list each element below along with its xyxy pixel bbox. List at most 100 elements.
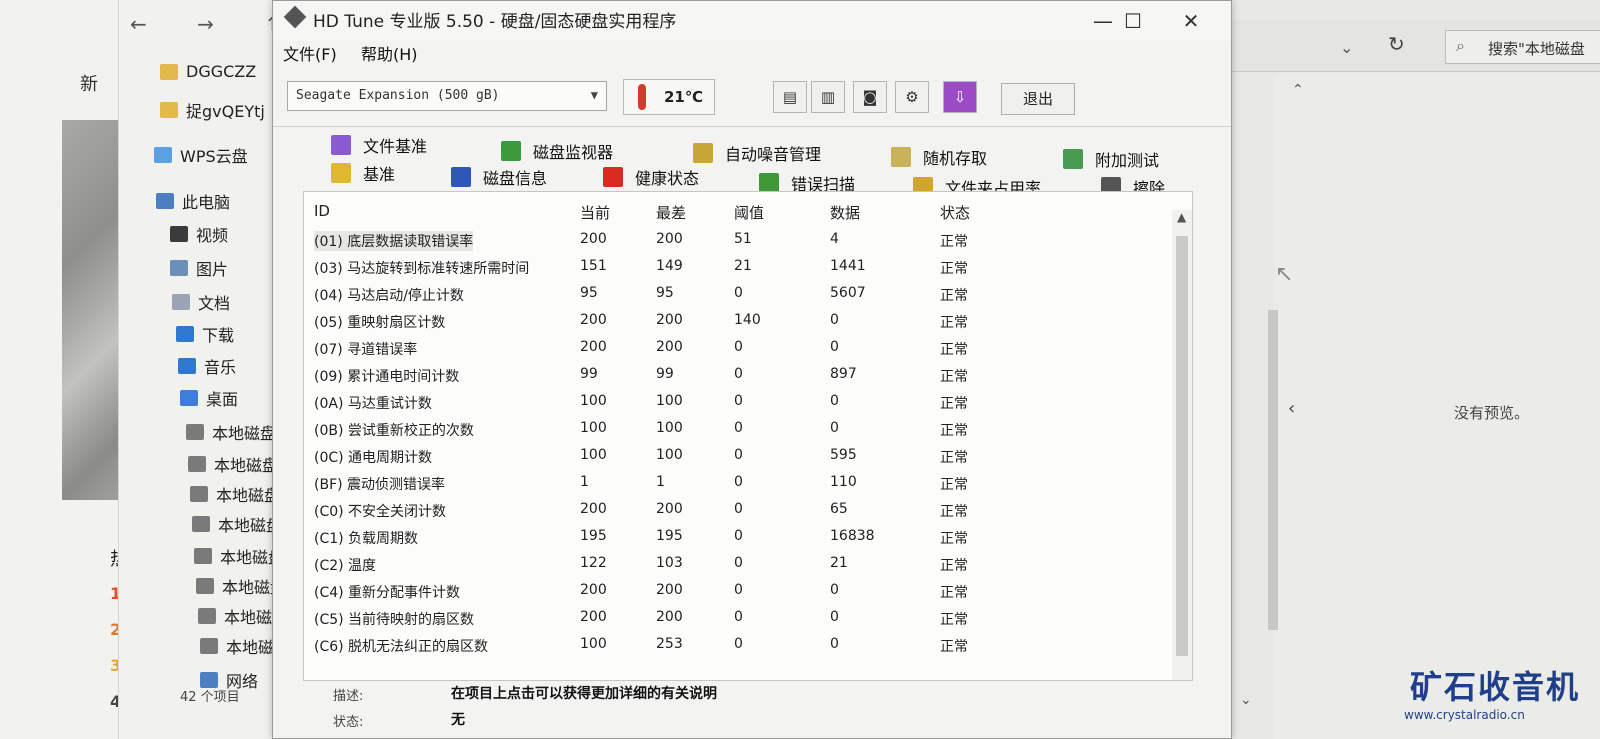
explorer-nav-item[interactable]: WPS云盘	[154, 143, 248, 167]
disk-icon	[190, 486, 208, 502]
cell-data: 0	[830, 339, 839, 355]
cell-data: 16838	[830, 528, 875, 544]
close-button[interactable]: ✕	[1171, 9, 1211, 33]
table-row[interactable]: (01) 底层数据读取错误率 200 200 51 4 正常	[304, 226, 1170, 253]
cell-id: (BF) 震动侦测错误率	[314, 477, 446, 493]
column-status[interactable]: 状态	[940, 202, 970, 223]
tab-label: 附加测试	[1095, 151, 1160, 170]
tab-extra-tests[interactable]: 附加测试	[1063, 147, 1159, 171]
temperature-value: 21℃	[664, 88, 704, 106]
tab-health[interactable]: 健康状态	[603, 165, 699, 189]
noise-icon	[693, 143, 713, 163]
title-bar[interactable]: HD Tune 专业版 5.50 - 硬盘/固态硬盘实用程序 — ☐ ✕	[273, 1, 1231, 41]
thermometer-icon	[638, 84, 646, 110]
chevron-left-icon[interactable]: ‹	[1288, 398, 1295, 419]
tab-noise[interactable]: 自动噪音管理	[693, 141, 821, 165]
explorer-nav-item[interactable]: 捉gvQEYtj	[160, 98, 265, 122]
cell-worst: 195	[656, 528, 683, 544]
save-button[interactable]: ⇩	[943, 81, 977, 113]
scroll-up-arrow-icon[interactable]: ▲	[1177, 210, 1186, 224]
tab-benchmark[interactable]: 基准	[331, 161, 395, 185]
copy-screen-icon: ▥	[820, 88, 836, 106]
explorer-nav-item[interactable]: 此电脑	[156, 189, 230, 213]
cell-worst: 1	[656, 474, 665, 490]
table-scrollbar[interactable]: ▲	[1172, 210, 1192, 680]
scroll-up-arrow-icon[interactable]: ⌃	[1292, 82, 1304, 98]
options-button[interactable]: ⚙	[895, 81, 929, 113]
explorer-nav-item[interactable]: DGGCZZ	[160, 62, 256, 81]
tab-disk-info[interactable]: 磁盘信息	[451, 165, 547, 189]
table-row[interactable]: (C5) 当前待映射的扇区数 200 200 0 0 正常	[304, 604, 1170, 631]
tab-label: 基准	[363, 165, 396, 184]
table-row[interactable]: (0B) 尝试重新校正的次数 100 100 0 0 正常	[304, 415, 1170, 442]
column-worst[interactable]: 最差	[656, 202, 686, 223]
explorer-nav-item[interactable]: 下载	[176, 322, 234, 346]
explorer-nav-item[interactable]: 图片	[170, 256, 228, 280]
watermark-name: 矿石收音机	[1410, 668, 1581, 706]
disk-icon	[188, 456, 206, 472]
table-row[interactable]: (03) 马达旋转到标准转速所需时间 151 149 21 1441 正常	[304, 253, 1170, 280]
cell-current: 122	[580, 555, 607, 571]
table-row[interactable]: (04) 马达启动/停止计数 95 95 0 5607 正常	[304, 280, 1170, 307]
refresh-icon[interactable]: ↻	[1388, 32, 1405, 56]
cell-data: 5607	[830, 285, 866, 301]
table-row[interactable]: (09) 累计通电时间计数 99 99 0 897 正常	[304, 361, 1170, 388]
cell-threshold: 0	[734, 609, 743, 625]
table-row[interactable]: (BF) 震动侦测错误率 1 1 0 110 正常	[304, 469, 1170, 496]
tab-file-benchmark[interactable]: 文件基准	[331, 133, 427, 157]
cell-current: 200	[580, 609, 607, 625]
error-scan-icon	[759, 173, 779, 193]
download-icon	[176, 326, 194, 342]
cell-status: 正常	[940, 261, 968, 277]
explorer-nav-item[interactable]: 视频	[170, 222, 228, 246]
explorer-nav-item[interactable]: 文档	[172, 290, 230, 314]
chevron-down-icon[interactable]: ⌄	[1340, 38, 1353, 57]
table-row[interactable]: (C1) 负载周期数 195 195 0 16838 正常	[304, 523, 1170, 550]
smart-attributes-table: ID 当前 最差 阈值 数据 状态 ▲ (01) 底层数据读取错误率 200 200…	[303, 191, 1193, 681]
cell-current: 95	[580, 285, 598, 301]
column-data[interactable]: 数据	[830, 202, 860, 223]
drive-select[interactable]: Seagate Expansion (500 gB) ▼	[287, 81, 607, 111]
cell-threshold: 0	[734, 420, 743, 436]
explorer-nav-item[interactable]: 音乐	[178, 354, 236, 378]
preview-scrollbar[interactable]	[1268, 310, 1278, 630]
preview-pane	[1275, 75, 1600, 739]
explorer-nav-item[interactable]: 桌面	[180, 386, 238, 410]
cell-current: 100	[580, 636, 607, 652]
column-id[interactable]: ID	[314, 202, 330, 220]
menu-help[interactable]: 帮助(H)	[361, 41, 418, 65]
explorer-nav-label: 文档	[198, 294, 231, 313]
table-row[interactable]: (C2) 温度 122 103 0 21 正常	[304, 550, 1170, 577]
exit-button[interactable]: 退出	[1001, 83, 1075, 115]
disk-icon	[194, 548, 212, 564]
menu-file[interactable]: 文件(F)	[283, 41, 337, 65]
tab-disk-monitor[interactable]: 磁盘监视器	[501, 139, 613, 163]
table-row[interactable]: (C0) 不安全关闭计数 200 200 0 65 正常	[304, 496, 1170, 523]
table-row[interactable]: (C6) 脱机无法纠正的扇区数 100 253 0 0 正常	[304, 631, 1170, 658]
table-row[interactable]: (C4) 重新分配事件计数 200 200 0 0 正常	[304, 577, 1170, 604]
cell-current: 200	[580, 501, 607, 517]
scroll-down-arrow-icon[interactable]: ⌄	[1240, 692, 1252, 708]
column-current[interactable]: 当前	[580, 202, 610, 223]
copy-info-button[interactable]: ▤	[773, 81, 807, 113]
cell-worst: 200	[656, 312, 683, 328]
copy-screen-button[interactable]: ▥	[811, 81, 845, 113]
screenshot-button[interactable]: ◙	[853, 81, 887, 113]
table-row[interactable]: (0C) 通电周期计数 100 100 0 595 正常	[304, 442, 1170, 469]
table-row[interactable]: (07) 寻道错误率 200 200 0 0 正常	[304, 334, 1170, 361]
scrollbar-thumb[interactable]	[1176, 236, 1188, 656]
maximize-button[interactable]: ☐	[1113, 9, 1153, 33]
table-row[interactable]: (05) 重映射扇区计数 200 200 140 0 正常	[304, 307, 1170, 334]
folder-icon	[160, 63, 178, 80]
cell-threshold: 140	[734, 312, 761, 328]
explorer-nav-label: DGGCZZ	[186, 62, 257, 81]
cell-status: 正常	[940, 504, 968, 520]
cell-id: (C6) 脱机无法纠正的扇区数	[314, 639, 489, 655]
cell-status: 正常	[940, 342, 968, 358]
explorer-item-count: 42 个项目	[180, 690, 240, 705]
table-row[interactable]: (0A) 马达重试计数 100 100 0 0 正常	[304, 388, 1170, 415]
tab-random-access[interactable]: 随机存取	[891, 145, 987, 169]
temperature-display: 21℃	[623, 79, 715, 115]
cell-worst: 99	[656, 366, 674, 382]
column-threshold[interactable]: 阈值	[734, 202, 764, 223]
